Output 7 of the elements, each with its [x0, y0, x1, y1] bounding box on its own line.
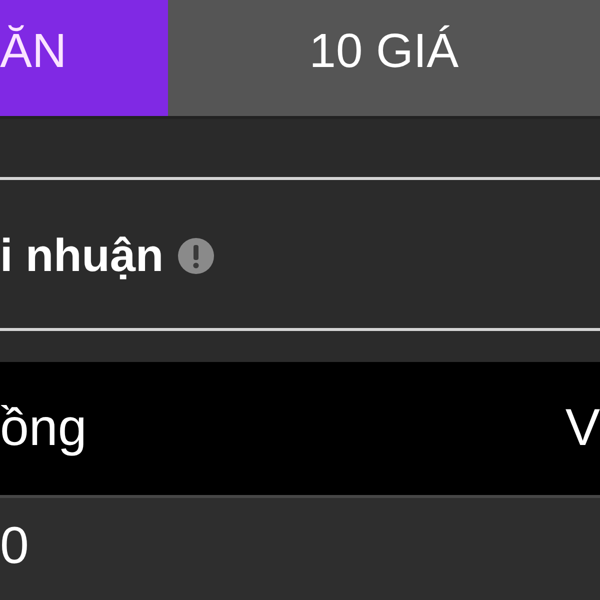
section-title: i nhuận: [0, 228, 164, 284]
table-cell-text: 0: [0, 516, 29, 577]
column-header: ồng: [0, 398, 87, 459]
exclamation-icon: [178, 238, 214, 274]
tab[interactable]: 10 GIÁ: [168, 0, 600, 116]
column-header: V: [565, 398, 600, 459]
tab[interactable]: ĂN: [0, 0, 168, 116]
